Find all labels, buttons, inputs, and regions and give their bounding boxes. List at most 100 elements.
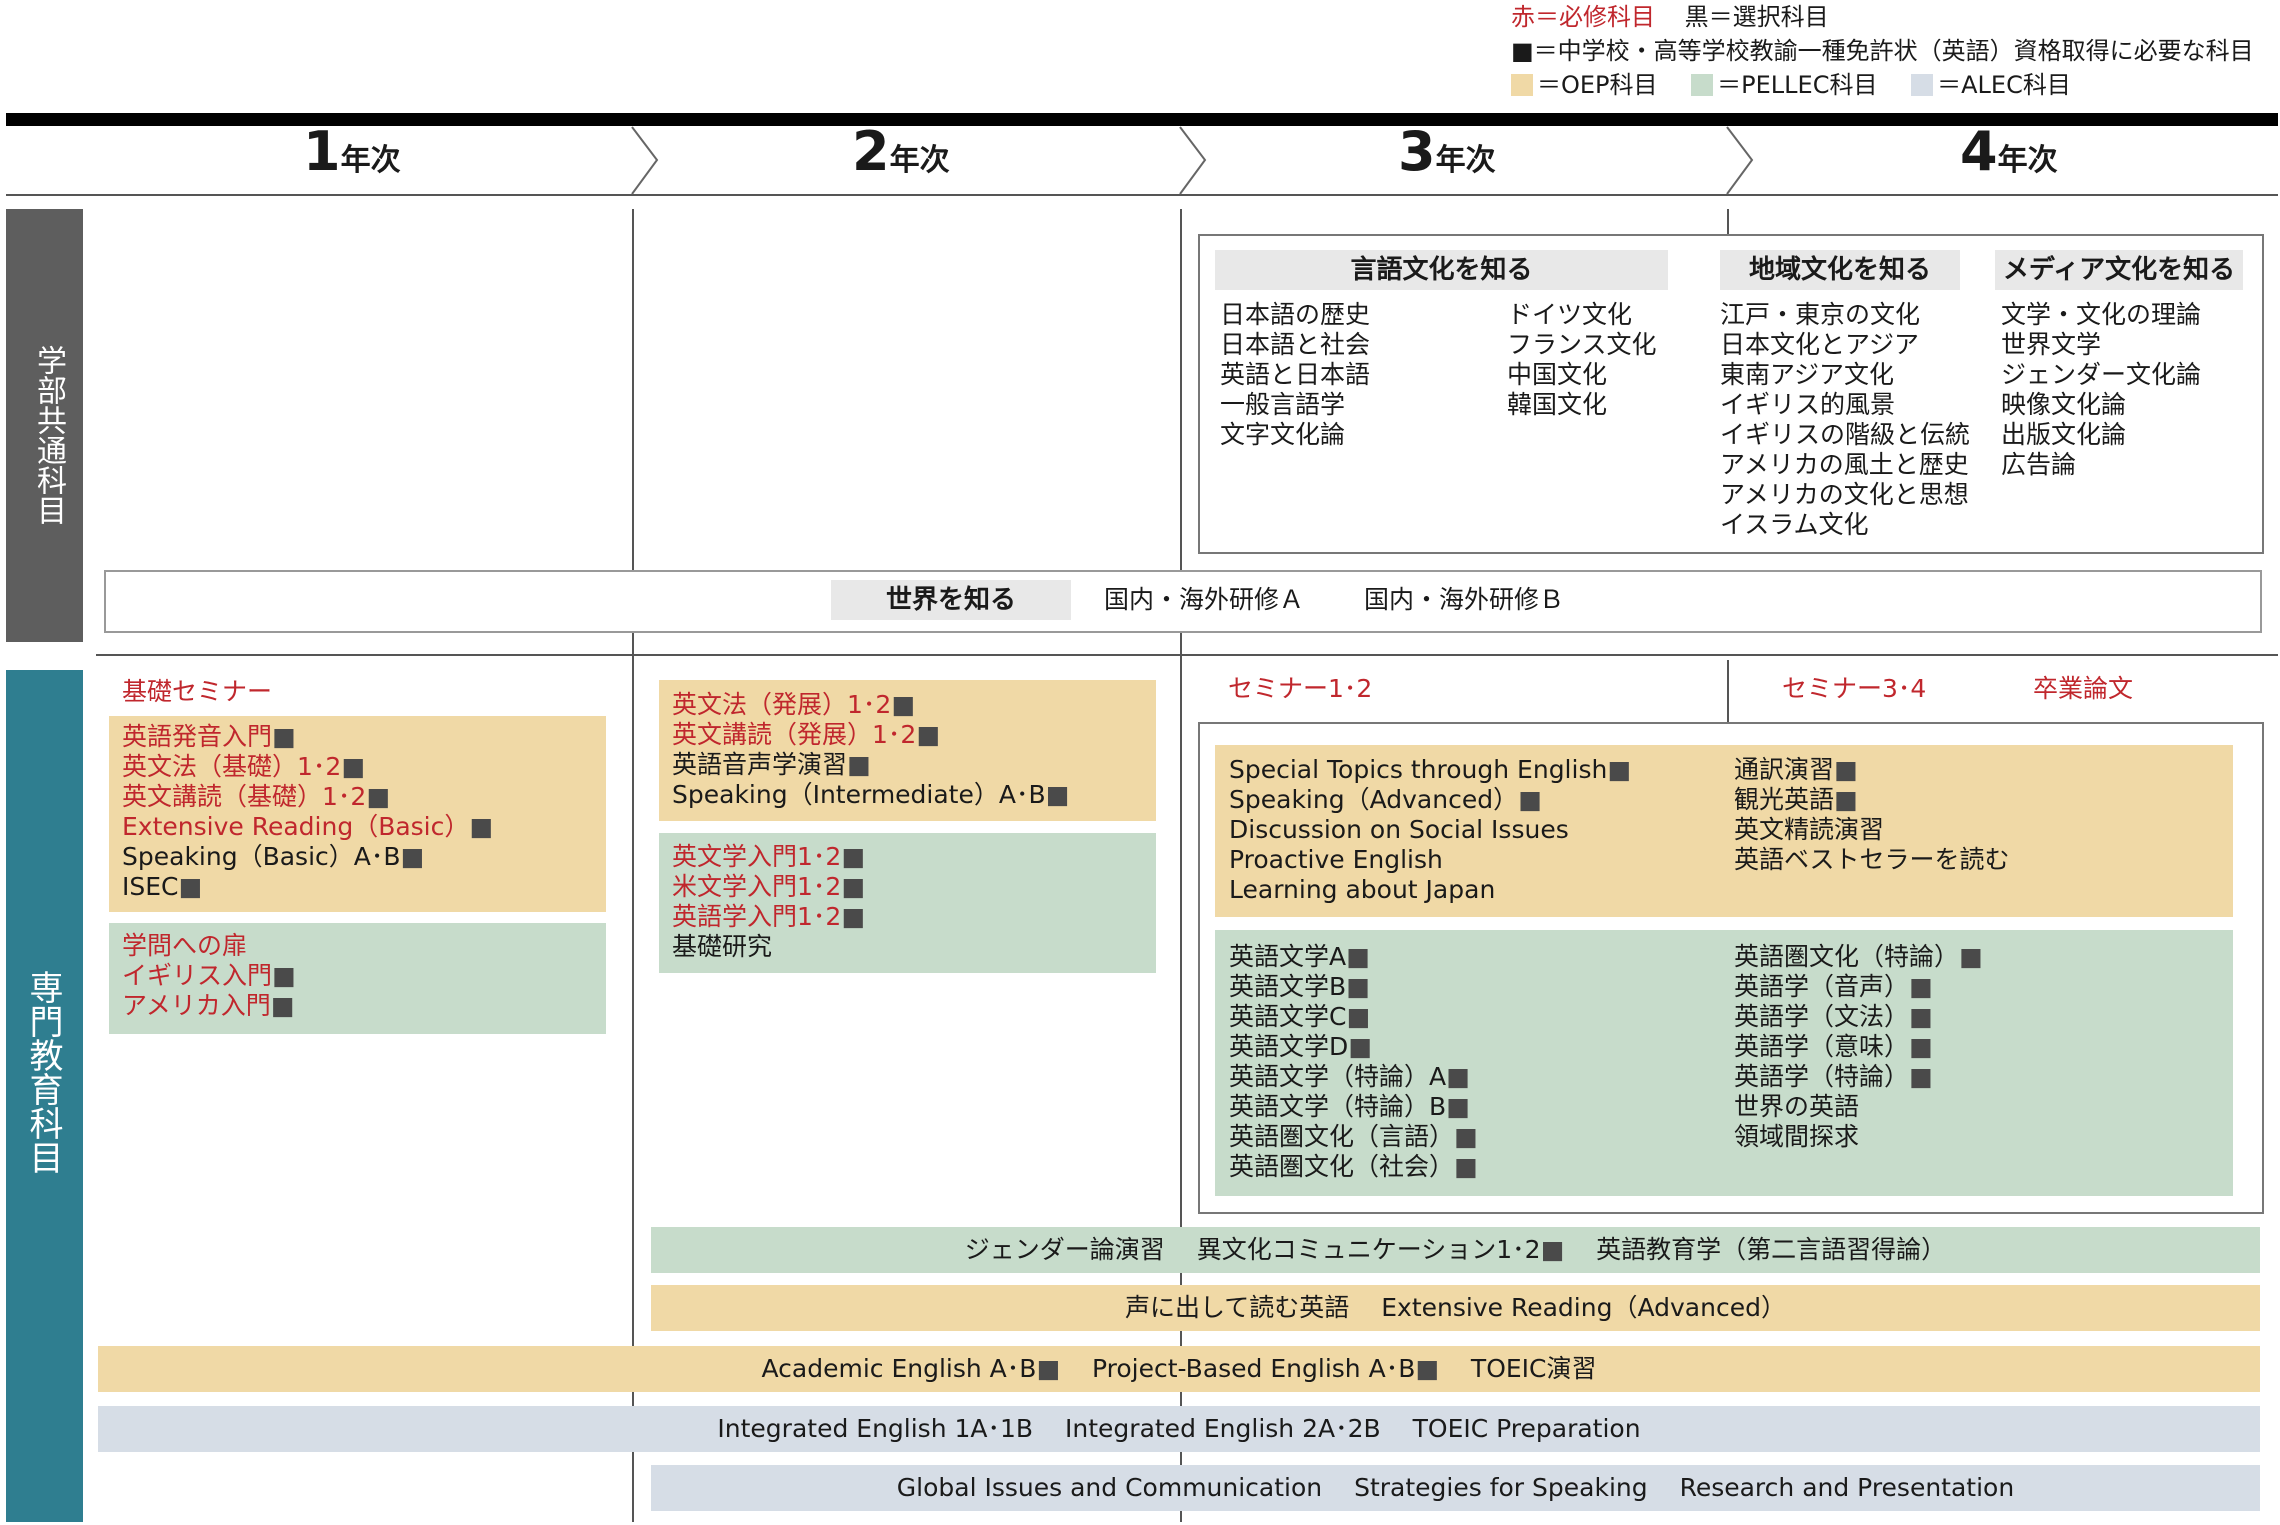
year-header-2: 2年次	[852, 120, 950, 183]
media-list: 文学・文化の理論 世界文学 ジェンダー文化論 映像文化論 出版文化論 広告論	[2001, 300, 2201, 480]
bar-item: Global Issues and Communication	[896, 1473, 1323, 1502]
region-item: アメリカの風土と歴史	[1720, 450, 1969, 479]
bar-item: Integrated English 2A･2B	[1065, 1414, 1381, 1443]
course-item: 英語文学D	[1229, 1032, 1478, 1062]
media-item: 文学・文化の理論	[2001, 300, 2202, 329]
y1-pellec-list: 学問への扉 イギリス入門 アメリカ入門	[122, 931, 296, 1021]
course-item: Speaking（Intermediate）A･B	[672, 780, 1069, 810]
bar-item: TOEIC Preparation	[1412, 1414, 1641, 1443]
bar-item: Academic English A･B	[761, 1354, 1060, 1383]
course-item: 英語学（文法）	[1734, 1002, 1983, 1032]
region-item: 江戸・東京の文化	[1720, 300, 1921, 329]
world-item-a: 国内・海外研修Ａ	[1104, 585, 1305, 614]
bar-item: ジェンダー論演習	[964, 1235, 1165, 1264]
course-item: 米文学入門1･2	[672, 872, 865, 902]
language-col1: 日本語の歴史 日本語と社会 英語と日本語 一般言語学 文字文化論	[1220, 300, 1370, 450]
bar-item: 英語教育学（第二言語習得論）	[1596, 1235, 1947, 1264]
course-item: 観光英語	[1734, 785, 2010, 815]
course-item: 英文講読（基礎）1･2	[122, 782, 493, 812]
y34-pellec-left: 英語文学A 英語文学B 英語文学C 英語文学D 英語文学（特論）A 英語文学（特…	[1229, 942, 1478, 1182]
bar-item: Research and Presentation	[1679, 1473, 2015, 1502]
chevron-1	[631, 126, 659, 195]
language-item: 文字文化論	[1220, 420, 1346, 449]
bar-alec-y2-4: Global Issues and Communication Strategi…	[651, 1465, 2260, 1511]
language-item: 日本語と社会	[1220, 330, 1371, 359]
media-item: 世界文学	[2001, 330, 2102, 359]
media-item: 映像文化論	[2001, 390, 2127, 419]
course-item: アメリカ入門	[122, 991, 296, 1021]
col-line-1	[632, 209, 634, 1522]
course-item: Proactive English	[1229, 845, 1443, 874]
bar-item: 異文化コミュニケーション1･2	[1197, 1235, 1564, 1264]
region-item: 日本文化とアジア	[1720, 330, 1920, 359]
language-item: 日本語の歴史	[1220, 300, 1371, 329]
course-item: 英語ベストセラーを読む	[1734, 845, 2010, 874]
course-item: Speaking（Advanced）	[1229, 785, 1631, 815]
course-item: 英語圏文化（言語）	[1229, 1122, 1478, 1152]
chevron-3	[1726, 126, 1754, 195]
course-item: 英語発音入門	[122, 722, 493, 752]
chevron-2	[1179, 126, 1207, 195]
bar-item: 声に出して読む英語	[1125, 1293, 1350, 1322]
y4-thesis: 卒業論文	[2033, 674, 2134, 703]
course-item: 領域間探求	[1734, 1122, 1860, 1151]
course-item: 世界の英語	[1734, 1092, 1860, 1121]
year-header-4: 4年次	[1960, 120, 2058, 183]
course-item: 英文法（発展）1･2	[672, 690, 1069, 720]
region-item: イギリス的風景	[1720, 390, 1896, 419]
y34-pellec-right: 英語圏文化（特論） 英語学（音声） 英語学（文法） 英語学（意味） 英語学（特論…	[1734, 942, 1983, 1152]
region-list: 江戸・東京の文化 日本文化とアジア 東南アジア文化 イギリス的風景 イギリスの階…	[1720, 300, 1970, 540]
media-item: 出版文化論	[2001, 420, 2127, 449]
bar-item: Extensive Reading（Advanced）	[1381, 1293, 1786, 1322]
course-item: 英語文学B	[1229, 972, 1478, 1002]
region-item: アメリカの文化と思想	[1720, 480, 1969, 509]
language-item: 一般言語学	[1220, 390, 1346, 419]
course-item: Extensive Reading（Basic）	[122, 812, 493, 842]
region-item: イギリスの階級と伝統	[1720, 420, 1971, 449]
y2-pellec-list: 英文学入門1･2 米文学入門1･2 英語学入門1･2 基礎研究	[672, 842, 865, 962]
course-item: 英文学入門1･2	[672, 842, 865, 872]
side-label-major: 専門教育科目	[23, 970, 63, 1174]
side-label-common: 学部共通科目	[31, 345, 66, 525]
course-item: 英語文学C	[1229, 1002, 1478, 1032]
course-item: 基礎研究	[672, 932, 773, 961]
course-item: 英文講読（発展）1･2	[672, 720, 1069, 750]
language-item: フランス文化	[1507, 330, 1657, 359]
bar-item: TOEIC演習	[1470, 1354, 1597, 1383]
media-item: ジェンダー文化論	[2001, 360, 2202, 389]
course-item: ISEC	[122, 872, 493, 902]
bar-item: Project-Based English A･B	[1092, 1354, 1439, 1383]
bar-alec-y1-4: Integrated English 1A･1B Integrated Engl…	[98, 1406, 2260, 1452]
course-item: イギリス入門	[122, 961, 296, 991]
language-item: 韓国文化	[1507, 390, 1608, 419]
course-item: Discussion on Social Issues	[1229, 815, 1569, 844]
y34-oep-right: 通訳演習 観光英語 英文精読演習 英語ベストセラーを読む	[1734, 755, 2010, 875]
course-item: 英文法（基礎）1･2	[122, 752, 493, 782]
course-item: Special Topics through English	[1229, 755, 1631, 785]
region-item: 東南アジア文化	[1720, 360, 1895, 389]
course-item: 英文精読演習	[1734, 815, 1885, 844]
region-heading: 地域文化を知る	[1720, 250, 1960, 290]
course-item: 通訳演習	[1734, 755, 2010, 785]
col-line-3b	[1727, 660, 1729, 722]
media-heading: メディア文化を知る	[1995, 250, 2243, 290]
y4-seminar: セミナー3･4	[1782, 674, 1927, 703]
language-item: 中国文化	[1507, 360, 1608, 389]
language-heading: 言語文化を知る	[1215, 250, 1668, 290]
course-item: 英語文学（特論）A	[1229, 1062, 1478, 1092]
bar-oep-y2-4: 声に出して読む英語 Extensive Reading（Advanced）	[651, 1285, 2260, 1331]
media-item: 広告論	[2001, 450, 2077, 479]
course-item: 英語文学（特論）B	[1229, 1092, 1478, 1122]
world-item-b: 国内・海外研修Ｂ	[1364, 585, 1565, 614]
y3-seminar: セミナー1･2	[1228, 674, 1373, 703]
course-item: 英語学（音声）	[1734, 972, 1983, 1002]
course-item: 英語音声学演習	[672, 750, 1069, 780]
language-item: ドイツ文化	[1507, 300, 1633, 329]
bar-item: Strategies for Speaking	[1354, 1473, 1648, 1502]
y2-oep-list: 英文法（発展）1･2 英文講読（発展）1･2 英語音声学演習 Speaking（…	[672, 690, 1069, 810]
language-item: 英語と日本語	[1220, 360, 1371, 389]
course-item: 英語学（特論）	[1734, 1062, 1983, 1092]
bar-oep-y1-4: Academic English A･B Project-Based Engli…	[98, 1346, 2260, 1392]
y1-oep-list: 英語発音入門 英文法（基礎）1･2 英文講読（基礎）1･2 Extensive …	[122, 722, 493, 902]
course-item: 英語文学A	[1229, 942, 1478, 972]
